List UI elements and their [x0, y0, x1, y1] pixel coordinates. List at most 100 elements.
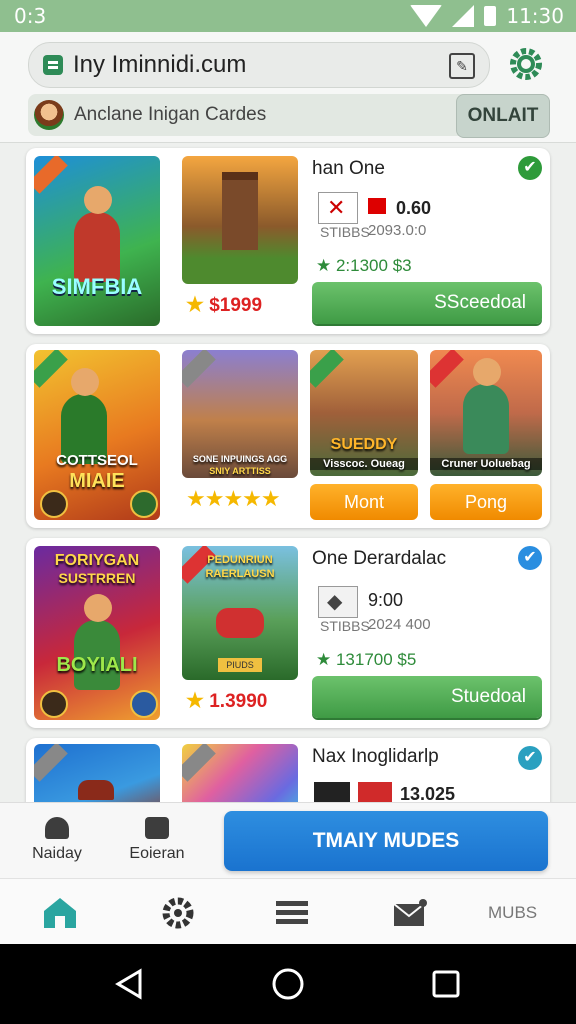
ribbon-badge	[430, 350, 464, 388]
meta-logo-4a	[314, 782, 350, 802]
home-icon	[45, 817, 69, 839]
game-cover-1[interactable]: SIMFBIA	[34, 156, 160, 326]
status-icons: 11:30	[410, 4, 564, 28]
game-card-3[interactable]: FORIYGAN SUSTRREN BOYIALI PEDUNRIUN RAER…	[26, 538, 550, 728]
game-card-2[interactable]: COTTSEOL MIAIE SONE INPUINGS AGG SNIY AR…	[26, 344, 550, 528]
stat-value: 131700 $5	[335, 650, 417, 669]
nav-mubs[interactable]: MUBS	[488, 903, 537, 923]
cover-title-line-2: SUSTRREN	[58, 570, 136, 586]
rating-stars: ★★★★★	[186, 486, 281, 511]
meta-logo-3: ◆	[318, 586, 358, 618]
tab-icon	[43, 55, 63, 75]
ribbon-badge	[182, 350, 216, 388]
nav-mail-icon[interactable]	[390, 895, 430, 931]
meta-small: STIBBS	[320, 224, 370, 240]
card-title: One Derardalac	[312, 548, 447, 569]
browser-toolbar: Iny Iminnidi.cum ✎ Anclane Inigan Cardes…	[0, 32, 576, 143]
ribbon-badge	[34, 744, 68, 782]
star-icon: ★	[186, 294, 204, 316]
kart-graphic	[216, 608, 264, 638]
screenshot-caption-1: SONE INPUINGS AGG	[192, 454, 288, 464]
ribbon-badge	[310, 350, 344, 388]
thumb3-caption: Visscoc. Oueag	[310, 458, 418, 470]
cover-hat	[78, 780, 114, 800]
mont-button[interactable]: Mont	[310, 484, 418, 520]
price-value: $1999	[209, 295, 263, 316]
game-cover-3[interactable]: FORIYGAN SUSTRREN BOYIALI	[34, 546, 160, 720]
action-button-3[interactable]: Stuedoal	[312, 676, 542, 718]
nav-home-icon[interactable]	[40, 895, 80, 931]
bottom-nav: MUBS	[0, 878, 576, 945]
bottom-action-bar: Naiday Eoieran TMAIY MUDES	[0, 802, 576, 879]
ribbon-badge	[182, 744, 216, 782]
cover-emblem-left	[40, 490, 68, 518]
price-value: 1.3990	[209, 691, 268, 712]
site-header: Anclane Inigan Cardes ONLAIT	[28, 94, 550, 138]
site-title: Anclane Inigan Cardes	[74, 104, 267, 125]
home-circle-icon[interactable]	[270, 966, 306, 1007]
screenshot-caption-1: PEDUNRIUN	[207, 554, 273, 566]
signal-icon	[452, 5, 475, 27]
thumb4-character	[463, 358, 509, 454]
back-icon[interactable]	[112, 966, 148, 1007]
site-avatar	[34, 100, 64, 130]
cover-title-line-3: BOYIALI	[56, 654, 138, 676]
screenshot-caption-2: RAERLAUSN	[205, 568, 275, 580]
game-card-1[interactable]: SIMFBIA ★ $1999 han One ✔ ✕ 0.60 STIBBS …	[26, 148, 550, 334]
nav-list-icon[interactable]	[272, 895, 312, 931]
screenshot-tag: PIUDS	[218, 658, 262, 672]
meta-sub: 2093.0:0	[368, 222, 427, 239]
cover-emblem-right	[130, 690, 158, 718]
cover-title-line-1: FORIYGAN	[54, 552, 140, 569]
meta-sub: 2024 400	[368, 616, 431, 633]
meta-value: 0.60	[396, 198, 432, 218]
wifi-icon	[410, 5, 443, 27]
main-action-button[interactable]: TMAIY MUDES	[224, 811, 548, 871]
quick-action-naiday[interactable]: Naiday	[22, 817, 92, 863]
battery-icon	[484, 6, 497, 26]
game-thumb-3[interactable]: SUEDDY Visscoc. Oueag	[310, 350, 418, 476]
screenshot-caption-2: SNIY ARTTISS	[209, 466, 271, 476]
recents-icon[interactable]	[428, 966, 464, 1007]
action-button-1[interactable]: SSceedoal	[312, 282, 542, 324]
stat-1: ★ 2:1300 $3	[316, 256, 412, 275]
meta-small: STIBBS	[320, 618, 370, 634]
ribbon-badge	[34, 156, 68, 194]
status-bar: 0:3 11:30	[0, 0, 576, 32]
address-bar[interactable]: Iny Iminnidi.cum ✎	[28, 42, 490, 88]
cover-character	[74, 186, 120, 282]
status-time-left: 0:3	[14, 4, 47, 28]
cover-emblem-right	[130, 490, 158, 518]
edit-icon[interactable]: ✎	[449, 53, 475, 79]
star-icon: ★	[186, 690, 204, 712]
price-3: ★ 1.3990	[186, 688, 267, 713]
meta-logo-1: ✕	[318, 192, 358, 224]
ribbon-badge	[34, 350, 68, 388]
quick-action-eoieran[interactable]: Eoieran	[122, 817, 192, 863]
system-nav-bar	[0, 944, 576, 1024]
game-cover-2[interactable]: COTTSEOL MIAIE	[34, 350, 160, 520]
cover-emblem-left	[40, 690, 68, 718]
game-screenshot-3[interactable]: PEDUNRIUN RAERLAUSN PIUDS	[182, 546, 298, 680]
game-thumb-4[interactable]: Cruner Uoluebag	[430, 350, 542, 476]
meta-value: 9:00	[368, 590, 404, 610]
check-icon: ✔	[518, 746, 542, 770]
game-screenshot-2[interactable]: SONE INPUINGS AGG SNIY ARTTISS	[182, 350, 298, 478]
online-button[interactable]: ONLAIT	[456, 94, 550, 138]
nav-gear-icon[interactable]	[158, 895, 198, 931]
card-title: Nax Inoglidarlp	[312, 746, 439, 767]
meta-logo-4b	[358, 782, 392, 802]
game-screenshot-1[interactable]	[182, 156, 298, 284]
meta-badge-1	[368, 198, 386, 214]
grid-icon	[145, 817, 169, 839]
settings-icon[interactable]	[508, 46, 544, 82]
pong-button[interactable]: Pong	[430, 484, 542, 520]
status-time: 11:30	[506, 4, 564, 28]
price-1: ★ $1999	[186, 292, 262, 317]
cover-title-line-1: COTTSEOL	[56, 452, 138, 469]
stat-3: ★ 131700 $5	[316, 650, 417, 669]
thumb3-title: SUEDDY	[330, 436, 398, 453]
thumb4-caption: Cruner Uoluebag	[430, 458, 542, 470]
url-text[interactable]: Iny Iminnidi.cum	[73, 51, 246, 79]
card-title: han One	[312, 158, 385, 179]
